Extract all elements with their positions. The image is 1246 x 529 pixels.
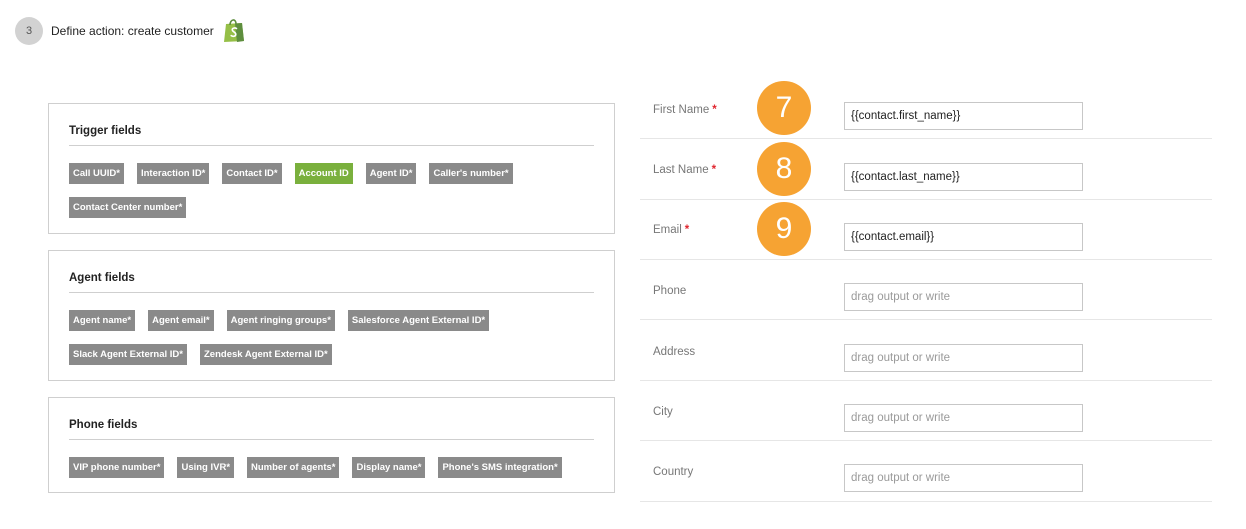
form-row-city: City (640, 380, 1212, 441)
field-label: Email * (653, 224, 690, 236)
step-badge: 8 (757, 142, 811, 196)
step-title: Define action: create customer (51, 24, 214, 38)
tag-list: VIP phone number* Using IVR* Number of a… (69, 457, 599, 491)
tag-agent-id[interactable]: Agent ID* (365, 163, 417, 184)
phone-input[interactable] (844, 283, 1083, 311)
divider (69, 145, 594, 146)
email-input[interactable] (844, 223, 1083, 251)
tag-interaction-id[interactable]: Interaction ID* (136, 163, 210, 184)
form-row-country: Country (640, 441, 1212, 502)
field-label: City (653, 406, 673, 418)
tag-account-id[interactable]: Account ID (294, 163, 353, 184)
shopify-bag-icon (223, 18, 244, 42)
step-number: 3 (15, 17, 43, 45)
form-row-first-name: First Name * 7 (640, 78, 1212, 139)
form-row-phone: Phone (640, 259, 1212, 320)
field-label: Country (653, 466, 694, 478)
divider (69, 292, 594, 293)
field-label: Address (653, 346, 696, 358)
tag-contact-center-number[interactable]: Contact Center number* (69, 197, 187, 218)
panel-title: Trigger fields (69, 125, 142, 137)
tag-callers-number[interactable]: Caller's number* (429, 163, 513, 184)
panel-title: Agent fields (69, 272, 135, 284)
tag-phones-sms-integration[interactable]: Phone's SMS integration* (438, 457, 562, 478)
agent-fields-panel: Agent fields Agent name* Agent email* Ag… (48, 250, 615, 381)
phone-fields-panel: Phone fields VIP phone number* Using IVR… (48, 397, 615, 493)
tag-salesforce-agent-external-id[interactable]: Salesforce Agent External ID* (347, 310, 490, 331)
tag-display-name[interactable]: Display name* (352, 457, 426, 478)
step-header: 3 Define action: create customer (15, 17, 245, 45)
trigger-fields-panel: Trigger fields Call UUID* Interaction ID… (48, 103, 615, 234)
tag-using-ivr[interactable]: Using IVR* (177, 457, 235, 478)
required-mark: * (684, 224, 690, 236)
last-name-input[interactable] (844, 163, 1083, 191)
country-input[interactable] (844, 464, 1083, 492)
first-name-input[interactable] (844, 102, 1083, 130)
tag-zendesk-agent-external-id[interactable]: Zendesk Agent External ID* (200, 344, 332, 365)
form-row-last-name: Last Name * 8 (640, 139, 1212, 200)
required-mark: * (712, 104, 717, 116)
form-row-address: Address (640, 320, 1212, 381)
tag-agent-name[interactable]: Agent name* (69, 310, 136, 331)
tag-call-uuid[interactable]: Call UUID* (69, 163, 124, 184)
divider (69, 439, 594, 440)
tag-agent-email[interactable]: Agent email* (148, 310, 214, 331)
tag-slack-agent-external-id[interactable]: Slack Agent External ID* (69, 344, 187, 365)
field-label: First Name * (653, 104, 717, 116)
panel-title: Phone fields (69, 419, 138, 431)
city-input[interactable] (844, 404, 1083, 432)
step-badge: 7 (757, 81, 811, 135)
tag-list: Call UUID* Interaction ID* Contact ID* A… (69, 163, 599, 231)
tag-list: Agent name* Agent email* Agent ringing g… (69, 310, 599, 378)
required-mark: * (711, 164, 717, 176)
address-input[interactable] (844, 344, 1083, 372)
tag-number-of-agents[interactable]: Number of agents* (247, 457, 340, 478)
field-label: Phone (653, 285, 687, 297)
step-badge: 9 (757, 202, 811, 256)
tag-contact-id[interactable]: Contact ID* (222, 163, 282, 184)
tag-agent-ringing-groups[interactable]: Agent ringing groups* (226, 310, 335, 331)
form-row-email: Email * 9 (640, 199, 1212, 260)
tag-vip-phone-number[interactable]: VIP phone number* (69, 457, 165, 478)
field-label: Last Name * (653, 164, 717, 176)
